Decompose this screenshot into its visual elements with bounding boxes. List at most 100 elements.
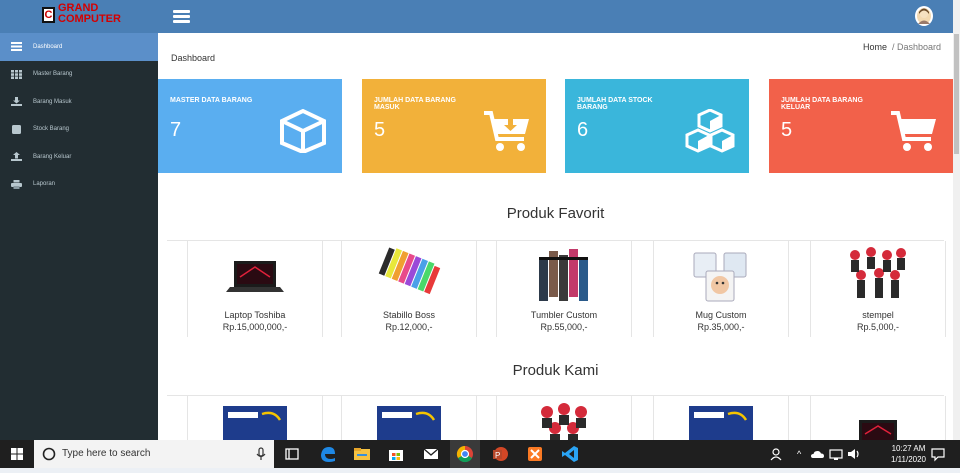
stat-box-barang-keluar[interactable]: JUMLAH DATA BARANG KELUAR 5 [769, 79, 953, 173]
product-card[interactable] [187, 396, 323, 440]
user-avatar[interactable] [915, 6, 933, 26]
stat-box-barang-masuk[interactable]: JUMLAH DATA BARANG MASUK 5 [362, 79, 546, 173]
product-price: Rp.5,000,- [856, 322, 900, 332]
stat-box-stock-barang[interactable]: JUMLAH DATA STOCK BARANG 6 [565, 79, 749, 173]
product-name: Tumbler Custom [530, 310, 598, 320]
stat-box-master-data[interactable]: MASTER DATA BARANG 7 [158, 79, 342, 173]
product-card[interactable] [341, 396, 477, 440]
scrollbar-thumb[interactable] [954, 34, 959, 154]
people-icon[interactable] [768, 444, 788, 464]
taskbar-clock[interactable]: 10:27 AM 1/11/2020 [891, 443, 926, 465]
sidebar-item-barang-keluar[interactable]: Barang Keluar [0, 143, 158, 171]
chrome-icon[interactable] [455, 444, 475, 464]
file-explorer-icon[interactable] [352, 444, 372, 464]
highlighter-pens-image [378, 247, 441, 295]
sidebar-item-label: Dashboard [33, 43, 63, 50]
mug-image [693, 252, 747, 302]
sidebar: Dashboard Master Barang Barang Masuk Sto… [0, 33, 158, 440]
brand-logo[interactable]: C GRAND COMPUTER [0, 0, 158, 33]
stamp-image [541, 403, 587, 440]
edge-browser-icon[interactable] [318, 444, 338, 464]
hamburger-icon-bar [173, 20, 190, 23]
stat-label: JUMLAH DATA BARANG KELUAR [781, 97, 863, 111]
favorit-product-grid: Laptop Toshiba Rp.15,000,000,- Stabillo … [167, 240, 946, 341]
sidebar-toggle-button[interactable] [173, 10, 190, 23]
mail-icon[interactable] [421, 444, 441, 464]
product-card[interactable]: Stabillo Boss Rp.12,000,- [341, 241, 477, 337]
taskbar-search-box[interactable]: Type here to search [34, 440, 274, 468]
product-card[interactable] [496, 396, 632, 440]
product-card[interactable] [810, 396, 946, 440]
clock-time: 10:27 AM [891, 444, 926, 453]
sidebar-item-label: Stock Barang [33, 126, 70, 133]
tray-chevron-up-icon[interactable]: ^ [797, 449, 801, 459]
product-price: Rp.15,000,000,- [222, 322, 288, 332]
hamburger-icon-bar [173, 15, 190, 18]
product-card[interactable]: Tumbler Custom Rp.55,000,- [496, 241, 632, 337]
stat-value: 5 [374, 119, 386, 141]
page-title: Dashboard [171, 53, 216, 63]
product-card[interactable]: stempel Rp.5,000,- [810, 241, 946, 337]
task-view-icon[interactable] [282, 444, 302, 464]
stat-value: 7 [170, 119, 182, 141]
main-content: Dashboard Home / Dashboard MASTER DATA BA… [158, 33, 953, 440]
box-icon [11, 124, 22, 134]
product-price: Rp.35,000,- [697, 322, 745, 332]
onedrive-icon[interactable] [810, 446, 826, 462]
product-card[interactable]: Laptop Toshiba Rp.15,000,000,- [187, 241, 323, 337]
powerpoint-icon[interactable]: P [490, 444, 510, 464]
store-icon[interactable] [386, 444, 406, 464]
sidebar-item-barang-masuk[interactable]: Barang Masuk [0, 88, 158, 116]
speaker-icon[interactable] [846, 446, 862, 462]
tumbler-image [539, 249, 588, 301]
hamburger-icon-bar [173, 10, 190, 13]
notifications-icon[interactable] [930, 446, 946, 462]
product-card[interactable]: Mug Custom Rp.35,000,- [653, 241, 789, 337]
paper-ream-image [689, 406, 753, 440]
network-icon[interactable] [828, 446, 844, 462]
product-price: Rp.12,000,- [385, 322, 433, 332]
paper-ream-image [377, 406, 441, 440]
section-title-favorit: Produk Favorit [506, 205, 605, 222]
product-name: Laptop Toshiba [224, 310, 286, 320]
breadcrumb-current: / Dashboard [891, 42, 941, 52]
windows-logo-icon [11, 448, 23, 460]
cubes-icon [685, 109, 735, 153]
sidebar-item-laporan[interactable]: Laporan [0, 171, 158, 199]
microphone-icon[interactable] [256, 447, 266, 461]
section-title-kami: Produk Kami [512, 362, 599, 379]
sidebar-item-label: Barang Keluar [33, 153, 72, 160]
download-icon [11, 97, 22, 107]
cart-download-icon [484, 111, 529, 151]
logo-mark: C [42, 7, 55, 23]
product-card[interactable] [653, 396, 789, 440]
sidebar-item-master-barang[interactable]: Master Barang [0, 61, 158, 89]
vscode-icon[interactable] [560, 444, 580, 464]
start-button[interactable] [0, 440, 34, 468]
xampp-icon[interactable] [525, 444, 545, 464]
upload-icon [11, 152, 22, 162]
stat-label: MASTER DATA BARANG [170, 97, 253, 104]
stat-value: 5 [781, 119, 793, 141]
os-taskbar: Type here to search P ^ 10:27 AM 1/11/20… [0, 440, 960, 468]
printer-icon [11, 179, 22, 189]
svg-text:P: P [495, 451, 500, 460]
product-price: Rp.55,000,- [540, 322, 588, 332]
sidebar-item-stock-barang[interactable]: Stock Barang [0, 116, 158, 144]
search-icon [42, 447, 56, 461]
stat-label: JUMLAH DATA STOCK BARANG [577, 97, 653, 111]
user-avatar-icon [918, 8, 930, 24]
product-name: Stabillo Boss [382, 310, 436, 320]
logo-text: GRAND COMPUTER [58, 3, 121, 25]
stat-label: JUMLAH DATA BARANG MASUK [374, 97, 456, 111]
product-name: stempel [862, 310, 894, 320]
laptop-image [226, 261, 284, 292]
breadcrumb-home-link[interactable]: Home [863, 42, 887, 52]
logo-line-2: COMPUTER [58, 13, 121, 25]
sidebar-item-label: Laporan [33, 181, 56, 188]
sidebar-item-dashboard[interactable]: Dashboard [0, 33, 158, 61]
cube-icon [280, 109, 326, 153]
sidebar-item-label: Barang Masuk [33, 98, 72, 105]
product-name: Mug Custom [695, 310, 747, 320]
kami-product-grid [167, 395, 946, 440]
